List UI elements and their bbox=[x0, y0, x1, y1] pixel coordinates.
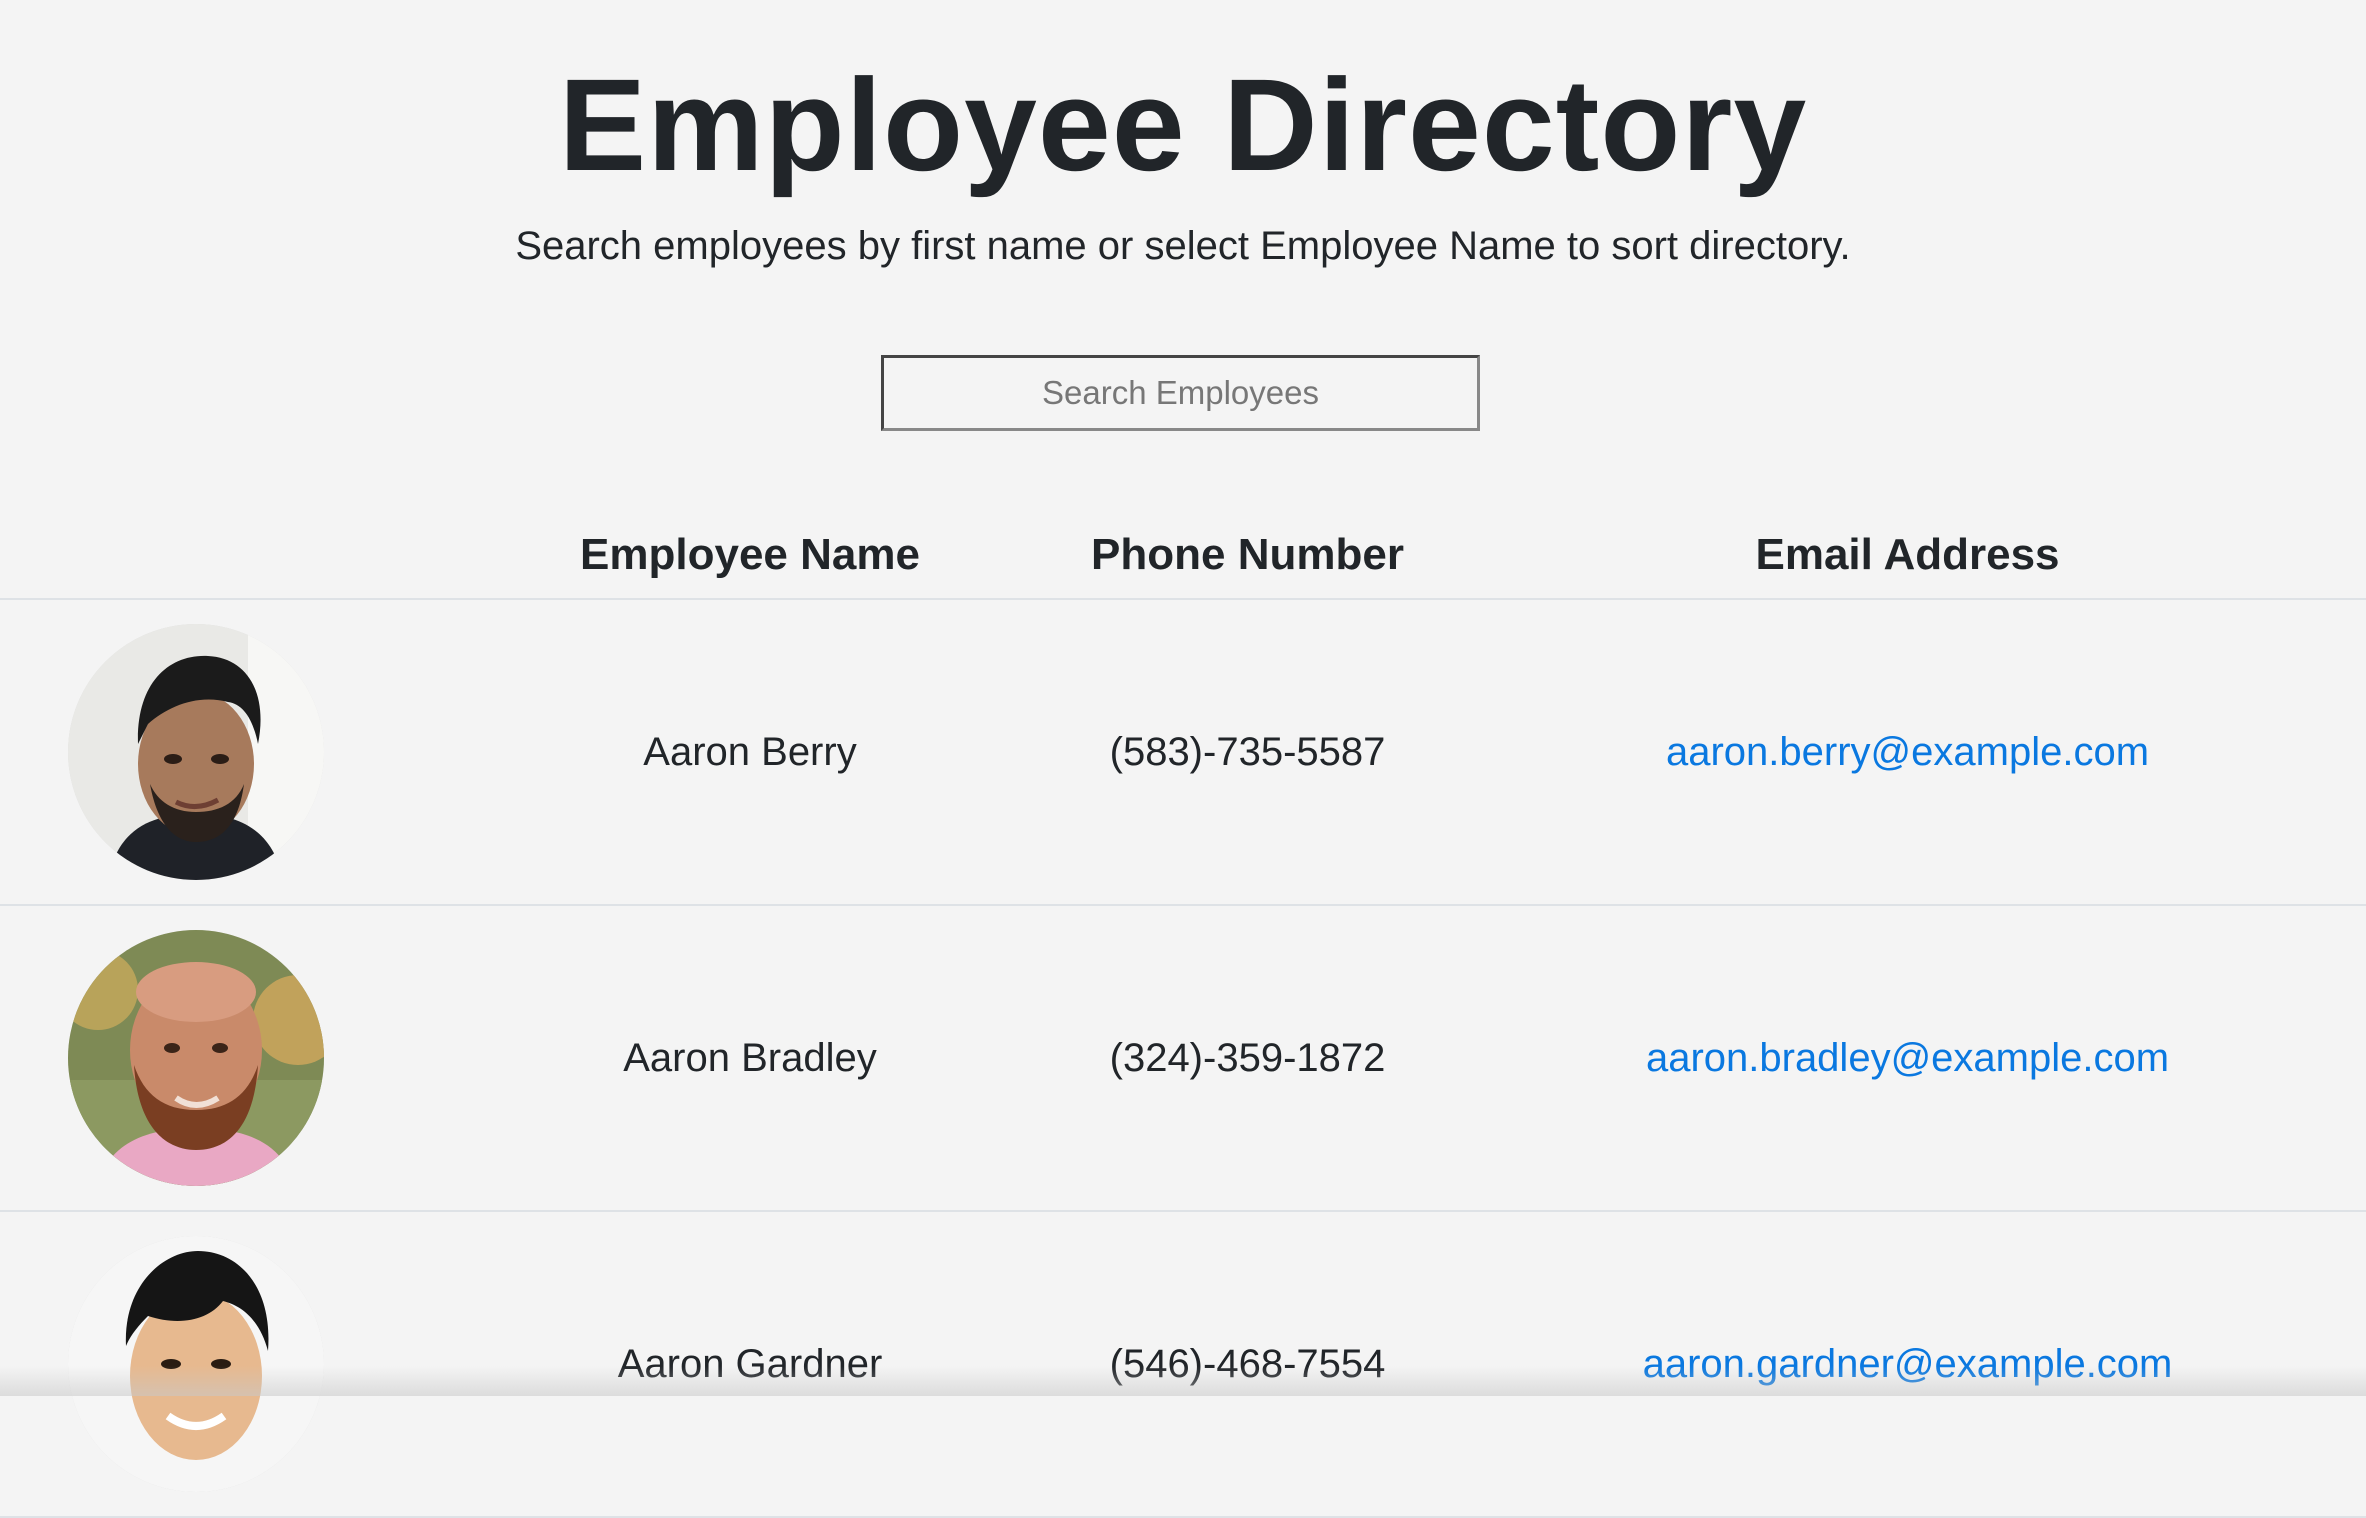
avatar bbox=[68, 1236, 324, 1492]
employee-email-cell: aaron.gardner@example.com bbox=[1495, 1212, 2320, 1516]
person-photo-icon bbox=[68, 930, 324, 1186]
column-header-email-address: Email Address bbox=[1755, 530, 2060, 579]
column-header-employee-name[interactable]: Employee Name bbox=[500, 530, 1000, 580]
employee-email-link[interactable]: aaron.gardner@example.com bbox=[1643, 1342, 2173, 1386]
page-subtitle: Search employees by first name or select… bbox=[515, 224, 1851, 268]
table-header: Employee Name Phone Number Email Address bbox=[0, 510, 2366, 600]
search-container bbox=[881, 355, 1480, 431]
person-photo-icon bbox=[68, 624, 324, 880]
table-row: Aaron Berry (583)-735-5587 aaron.berry@e… bbox=[0, 600, 2366, 906]
table-row: Aaron Gardner (546)-468-7554 aaron.gardn… bbox=[0, 1212, 2366, 1518]
column-header-phone-number: Phone Number bbox=[1091, 530, 1404, 579]
person-photo-icon bbox=[68, 1236, 324, 1492]
search-input[interactable] bbox=[881, 355, 1480, 431]
employee-email-cell: aaron.bradley@example.com bbox=[1495, 906, 2320, 1210]
employee-phone: (324)-359-1872 bbox=[1109, 1036, 1386, 1080]
employee-table: Employee Name Phone Number Email Address… bbox=[0, 510, 2366, 1518]
employee-email-link[interactable]: aaron.bradley@example.com bbox=[1646, 1036, 2169, 1080]
avatar bbox=[68, 930, 324, 1186]
employee-name: Aaron Gardner bbox=[617, 1342, 883, 1386]
employee-phone: (583)-735-5587 bbox=[1109, 730, 1386, 774]
employee-email-cell: aaron.berry@example.com bbox=[1495, 600, 2320, 904]
table-row: Aaron Bradley (324)-359-1872 aaron.bradl… bbox=[0, 906, 2366, 1212]
avatar bbox=[68, 624, 324, 880]
employee-phone: (546)-468-7554 bbox=[1109, 1342, 1386, 1386]
page-title: Employee Directory bbox=[558, 51, 1808, 198]
employee-email-link[interactable]: aaron.berry@example.com bbox=[1666, 730, 2149, 774]
employee-name: Aaron Berry bbox=[643, 730, 857, 774]
employee-name: Aaron Bradley bbox=[623, 1036, 877, 1080]
